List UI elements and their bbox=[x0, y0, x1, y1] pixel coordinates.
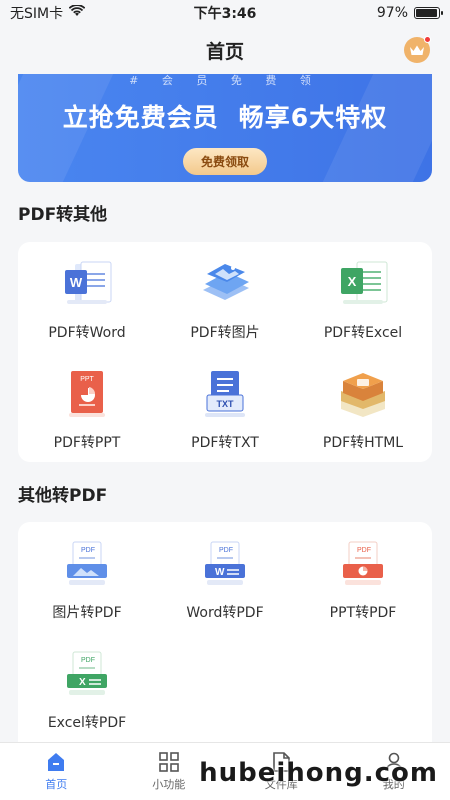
carrier-label: 无SIM卡 bbox=[10, 6, 64, 22]
word-to-pdf-icon: PDF W bbox=[197, 536, 253, 592]
ppt-to-pdf-button[interactable]: PDF PPT转PDF bbox=[294, 522, 432, 632]
battery-level bbox=[416, 9, 438, 17]
wifi-icon bbox=[68, 4, 86, 21]
svg-text:PDF: PDF bbox=[219, 547, 233, 554]
crown-icon bbox=[410, 45, 424, 55]
svg-text:X: X bbox=[348, 274, 357, 289]
pdf-to-ppt-button[interactable]: PPT PDF转PPT bbox=[18, 352, 156, 462]
item-label: PDF转Excel bbox=[323, 325, 403, 341]
section-title-other-to-pdf: 其他转PDF bbox=[18, 486, 108, 506]
pdf-to-image-button[interactable]: PDF转图片 bbox=[156, 242, 294, 352]
svg-text:W: W bbox=[215, 567, 225, 578]
word-doc-icon: W bbox=[59, 256, 115, 312]
pdf-to-excel-button[interactable]: X PDF转Excel bbox=[294, 242, 432, 352]
image-icon bbox=[197, 256, 253, 312]
excel-to-pdf-icon: PDF X bbox=[59, 646, 115, 702]
svg-text:TXT: TXT bbox=[217, 399, 235, 409]
item-label: PDF转HTML bbox=[322, 435, 404, 451]
tab-label: 首页 bbox=[45, 778, 68, 791]
tab-home[interactable]: 首页 bbox=[0, 743, 113, 800]
svg-text:PDF: PDF bbox=[81, 657, 95, 664]
svg-text:W: W bbox=[70, 275, 83, 290]
page-title: 首页 bbox=[205, 40, 244, 63]
other-to-pdf-card: PDF 图片转PDF PDF W Word转PDF PDF PPT转PDF PDF… bbox=[18, 522, 432, 742]
status-bar: 无SIM卡 下午3:46 97% bbox=[0, 0, 450, 26]
tab-label: 小功能 bbox=[152, 778, 186, 791]
item-label: PDF转PPT bbox=[53, 435, 121, 451]
ppt-to-pdf-icon: PDF bbox=[335, 536, 391, 592]
notification-dot bbox=[424, 36, 431, 43]
item-label: PDF转TXT bbox=[191, 435, 259, 451]
item-label: PDF转图片 bbox=[190, 325, 260, 341]
svg-text:PDF: PDF bbox=[81, 547, 95, 554]
item-label: PDF转Word bbox=[48, 325, 126, 341]
svg-text:X: X bbox=[79, 677, 86, 688]
nav-bar: 首页 bbox=[0, 26, 450, 74]
pdf-to-txt-button[interactable]: TXT PDF转TXT bbox=[156, 352, 294, 462]
status-left: 无SIM卡 bbox=[10, 3, 86, 23]
vip-promo-banner[interactable]: # 会 员 免 费 领 立抢免费会员 畅享6大特权 免费领取 bbox=[18, 74, 432, 182]
section-title-pdf-to-other: PDF转其他 bbox=[18, 205, 108, 225]
word-to-pdf-button[interactable]: PDF W Word转PDF bbox=[156, 522, 294, 632]
pdf-to-other-card: W PDF转Word PDF转图片 X PDF转Excel PPT PDF转PP… bbox=[18, 242, 432, 462]
status-right: 97% bbox=[376, 5, 443, 21]
grid-icon bbox=[158, 752, 179, 772]
pdf-to-html-button[interactable]: PDF转HTML bbox=[294, 352, 432, 462]
svg-text:PPT: PPT bbox=[80, 376, 94, 383]
txt-doc-icon: TXT bbox=[197, 366, 253, 422]
item-label: Excel转PDF bbox=[47, 715, 127, 731]
vip-crown-button[interactable] bbox=[404, 36, 431, 63]
battery-icon bbox=[414, 7, 443, 19]
svg-text:PDF: PDF bbox=[357, 547, 371, 554]
excel-doc-icon: X bbox=[335, 256, 391, 312]
battery-percent: 97% bbox=[376, 5, 408, 21]
watermark-text: hubeihong.com bbox=[199, 758, 438, 788]
item-label: Word转PDF bbox=[186, 605, 264, 621]
image-to-pdf-button[interactable]: PDF 图片转PDF bbox=[18, 522, 156, 632]
excel-to-pdf-button[interactable]: PDF X Excel转PDF bbox=[18, 632, 156, 742]
ppt-doc-icon: PPT bbox=[59, 366, 115, 422]
home-icon bbox=[48, 753, 65, 771]
free-claim-button[interactable]: 免费领取 bbox=[182, 148, 267, 175]
pdf-to-word-button[interactable]: W PDF转Word bbox=[18, 242, 156, 352]
item-label: PPT转PDF bbox=[329, 605, 397, 621]
item-label: 图片转PDF bbox=[52, 605, 122, 621]
html-doc-icon bbox=[335, 366, 391, 422]
image-to-pdf-icon: PDF bbox=[59, 536, 115, 592]
